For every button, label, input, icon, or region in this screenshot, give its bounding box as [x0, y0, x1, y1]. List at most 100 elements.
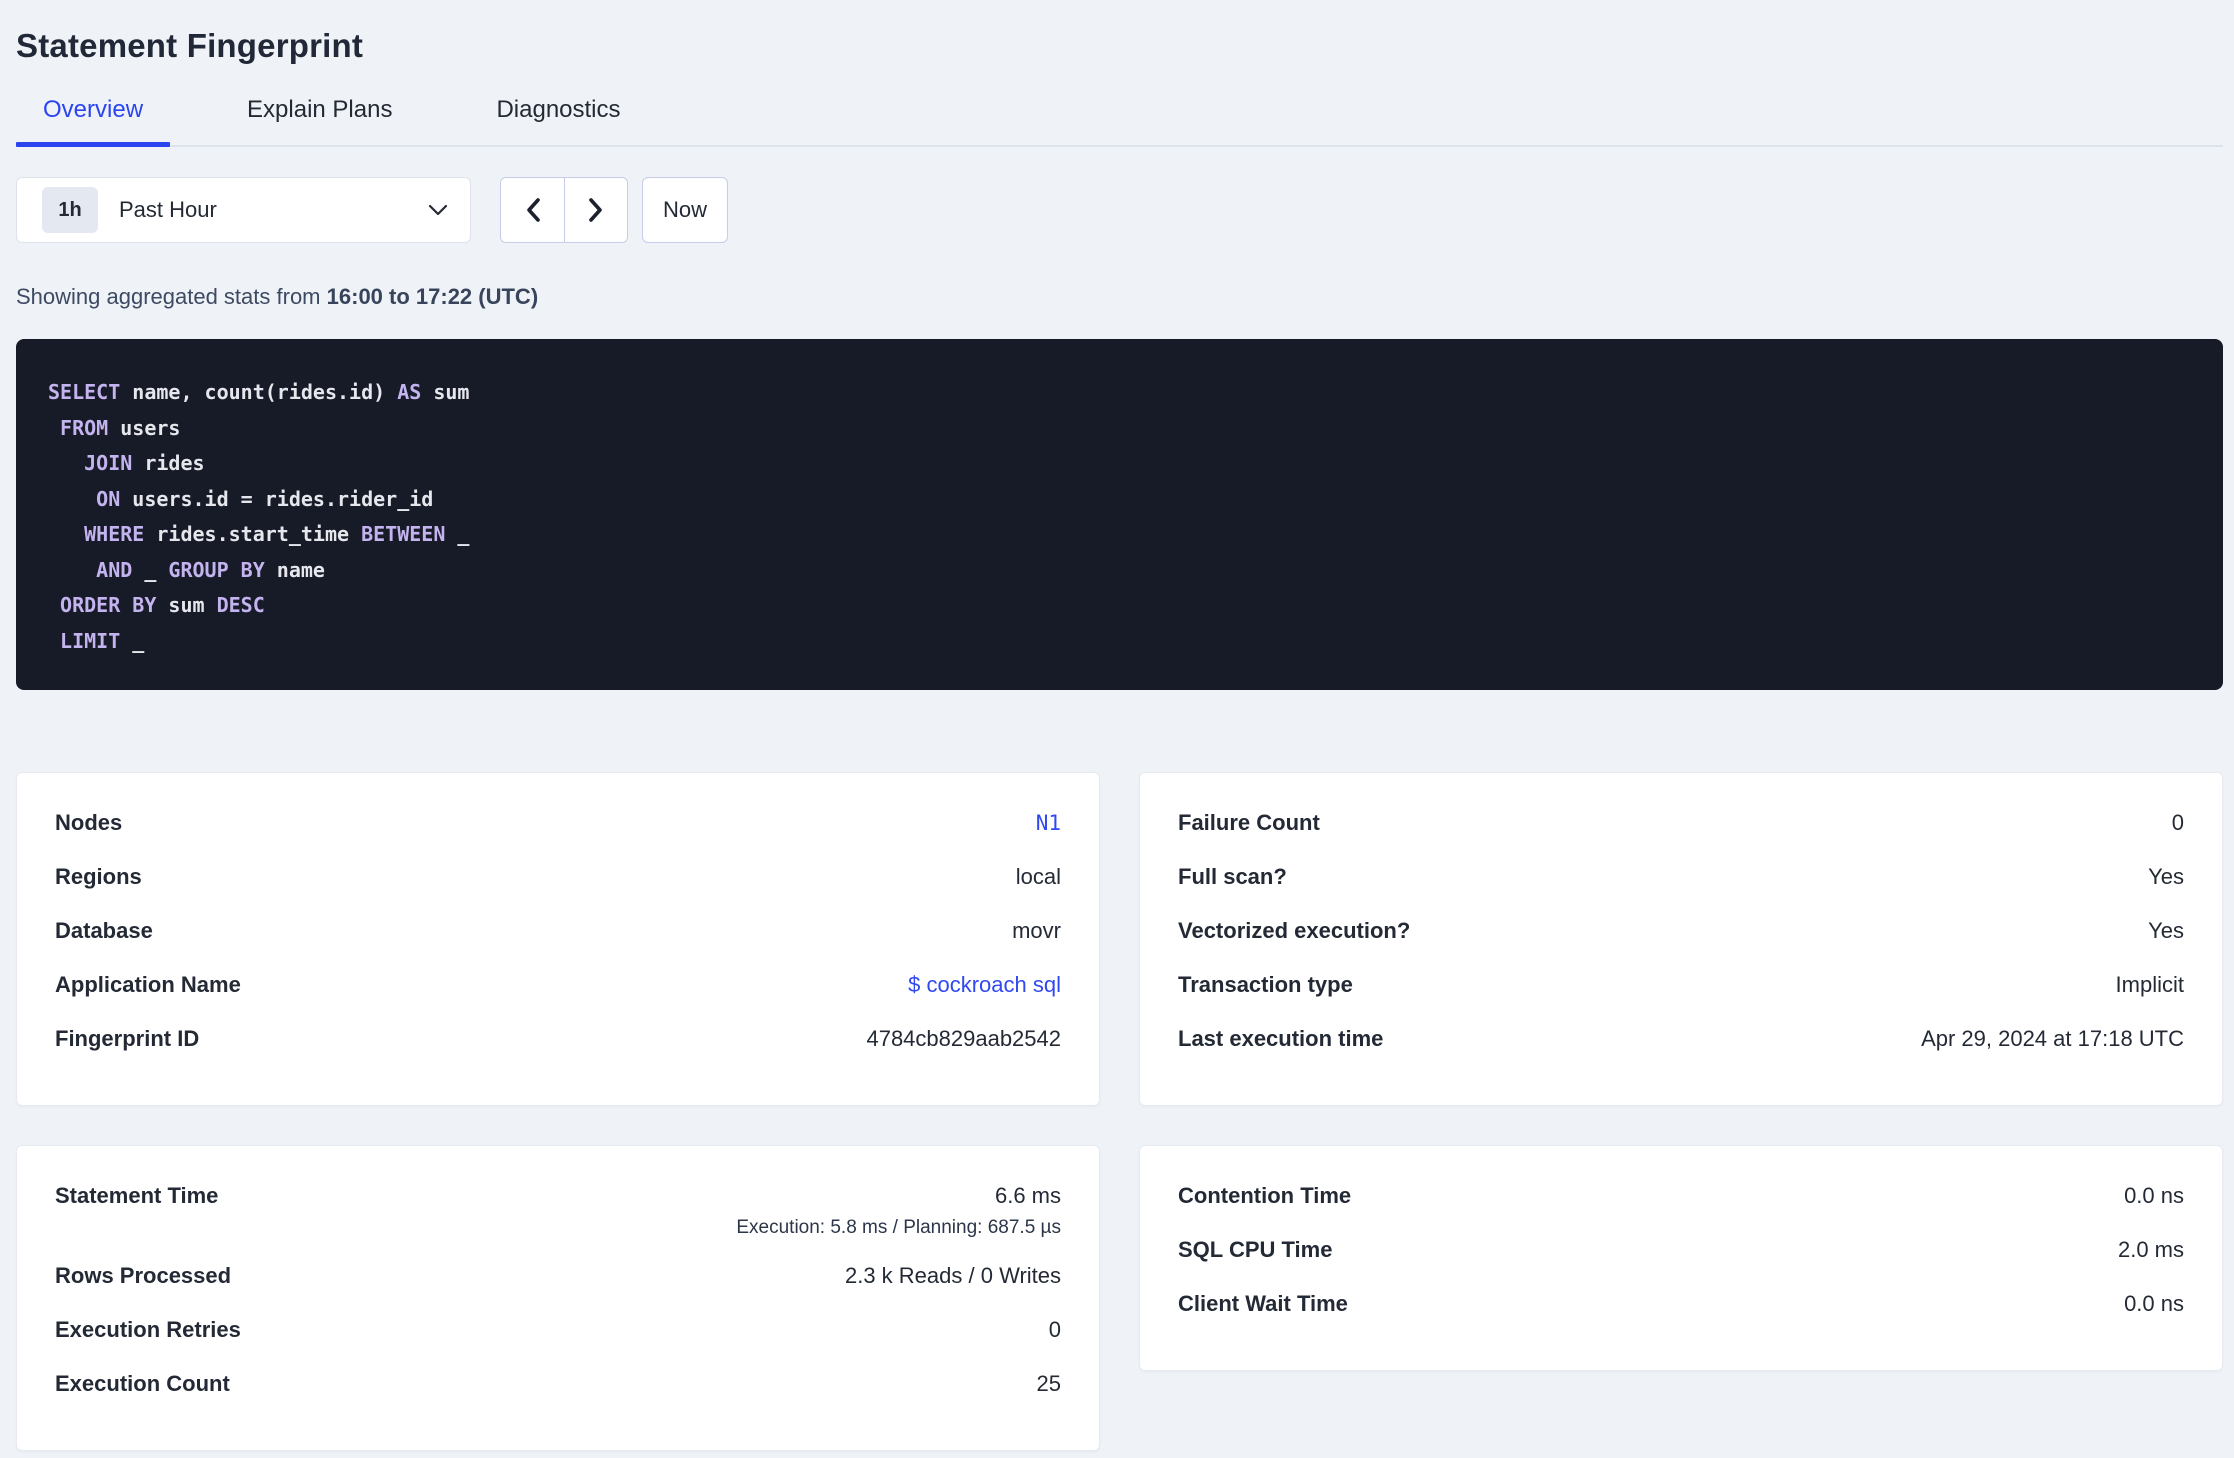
stat-label: Transaction type — [1178, 972, 1353, 997]
stat-row: Fingerprint ID 4784cb829aab2542 — [55, 1025, 1061, 1079]
sql-line: JOIN rides — [48, 446, 2191, 482]
stat-label: Execution Retries — [55, 1317, 241, 1342]
stat-value: 25 — [1036, 1371, 1061, 1396]
sql-keyword: SELECT — [48, 380, 121, 404]
stat-subvalue: Execution: 5.8 ms / Planning: 687.5 µs — [736, 1217, 1061, 1238]
stat-value-cell: local — [1016, 863, 1061, 891]
stat-value: local — [1015, 864, 1061, 889]
stat-value: 0.0 ns — [2124, 1291, 2184, 1316]
stat-label: Rows Processed — [55, 1263, 232, 1288]
stat-value-link[interactable]: $ cockroach sql — [908, 971, 1061, 999]
stat-row: Full scan? Yes — [1178, 863, 2184, 917]
sql-text: name, count(rides.id) — [120, 380, 398, 404]
time-range-dropdown[interactable]: 1h Past Hour — [16, 177, 471, 243]
sql-keyword: WHERE — [84, 522, 145, 546]
tab-overview[interactable]: Overview — [16, 95, 171, 147]
stat-value: Implicit — [2115, 972, 2184, 997]
summary-cards-row-1: Nodes N1 Regions local Database movr Applicati… — [16, 772, 2223, 1106]
stat-value-cell: 2.0 ms — [2118, 1236, 2184, 1264]
sql-keyword: FROM — [60, 415, 109, 440]
sql-line: FROM users — [48, 411, 2191, 447]
stat-label: Contention Time — [1178, 1183, 1352, 1208]
stat-value-cell: N1 — [1036, 809, 1061, 837]
stat-label: Execution Count — [55, 1371, 230, 1396]
sql-keyword: BETWEEN — [361, 522, 446, 546]
time-range-label: Past Hour — [119, 197, 217, 222]
statement-times-card: Statement Time 6.6 ms Execution: 5.8 ms / … — [16, 1145, 1100, 1451]
statement-info-card: Nodes N1 Regions local Database movr Applicati… — [16, 772, 1100, 1106]
sql-text: sum — [421, 380, 470, 404]
stat-row: Regions local — [55, 863, 1061, 917]
stat-row: Database movr — [55, 917, 1061, 971]
tab-bar: Overview Explain Plans Diagnostics — [16, 95, 2223, 147]
chevron-right-icon — [589, 198, 602, 222]
stat-value: Yes — [2148, 864, 2184, 889]
stat-value-cell: 4784cb829aab2542 — [866, 1025, 1061, 1053]
stat-value: 0.0 ns — [2124, 1183, 2184, 1208]
sql-keyword: GROUP BY — [168, 557, 265, 582]
stat-value-cell: 0.0 ns — [2124, 1290, 2184, 1318]
next-interval-button[interactable] — [564, 178, 627, 242]
stat-label: Nodes — [55, 810, 123, 835]
statement-fingerprint-page: Statement Fingerprint Overview Explain P… — [0, 0, 2234, 1458]
stat-value: 2.0 ms — [2117, 1237, 2184, 1262]
sql-keyword: AND — [96, 557, 133, 582]
tab-explain-plans[interactable]: Explain Plans — [220, 95, 419, 145]
stat-value-cell: 0 — [2172, 809, 2184, 837]
stat-value: Yes — [2148, 918, 2184, 943]
stat-value-cell: 6.6 ms Execution: 5.8 ms / Planning: 687.… — [736, 1182, 1061, 1240]
stat-row: Nodes N1 — [55, 809, 1061, 863]
page-title: Statement Fingerprint — [16, 27, 364, 64]
stat-value: 0 — [2171, 810, 2184, 835]
stat-label: Application Name — [55, 972, 241, 997]
stats-caption-range: 16:00 to 17:22 (UTC) — [326, 284, 539, 309]
interval-badge: 1h — [42, 187, 98, 233]
stat-row: Contention Time 0.0 ns — [1178, 1182, 2184, 1236]
sql-line: AND _ GROUP BY name — [48, 553, 2191, 589]
sql-keyword: ORDER BY — [60, 593, 157, 617]
stat-row: SQL CPU Time 2.0 ms — [1178, 1236, 2184, 1290]
stat-row: Vectorized execution? Yes — [1178, 917, 2184, 971]
stat-label: Last execution time — [1178, 1026, 1384, 1051]
stat-value-cell: 0 — [1049, 1316, 1061, 1344]
tab-diagnostics[interactable]: Diagnostics — [469, 95, 647, 145]
stat-value-cell: Apr 29, 2024 at 17:18 UTC — [1921, 1025, 2184, 1053]
stat-value-cell: $ cockroach sql — [908, 971, 1061, 999]
stat-value-link[interactable]: N1 — [1036, 809, 1061, 837]
sql-text: _ — [120, 628, 145, 653]
sql-keyword: DESC — [216, 593, 265, 617]
stat-value-cell: Yes — [2148, 917, 2184, 945]
stat-label: Fingerprint ID — [55, 1026, 200, 1051]
summary-cards-row-2: Statement Time 6.6 ms Execution: 5.8 ms / … — [16, 1145, 2223, 1451]
stat-value-cell: 0.0 ns — [2124, 1182, 2184, 1210]
stat-row: Transaction type Implicit — [1178, 971, 2184, 1025]
sql-line: WHERE rides.start_time BETWEEN _ — [48, 517, 2191, 553]
stat-value: 2.3 k Reads / 0 Writes — [844, 1263, 1061, 1288]
sql-keyword: ON — [96, 486, 121, 511]
stat-row: Rows Processed 2.3 k Reads / 0 Writes — [55, 1262, 1061, 1316]
sql-text: _ — [132, 557, 169, 582]
stat-value-cell: 2.3 k Reads / 0 Writes — [845, 1262, 1061, 1290]
stat-label: Failure Count — [1178, 810, 1320, 835]
wait-times-card: Contention Time 0.0 ns SQL CPU Time 2.0 ms C… — [1139, 1145, 2223, 1371]
sql-line: SELECT name, count(rides.id) AS sum — [48, 375, 2191, 411]
stat-value: 6.6 ms — [994, 1183, 1061, 1208]
sql-text: rides.start_time — [144, 522, 362, 546]
stats-caption-prefix: Showing aggregated stats from — [16, 284, 321, 309]
stat-label: Vectorized execution? — [1178, 918, 1411, 943]
now-button[interactable]: Now — [642, 177, 728, 243]
previous-interval-button[interactable] — [501, 178, 564, 242]
sql-keyword: AS — [397, 380, 422, 404]
sql-text: name — [264, 557, 325, 582]
stat-label: Regions — [55, 864, 142, 889]
stat-value: 4784cb829aab2542 — [866, 1026, 1061, 1051]
sql-text: rides — [132, 451, 205, 475]
stat-label: Statement Time — [55, 1183, 219, 1208]
stat-row: Statement Time 6.6 ms Execution: 5.8 ms / … — [55, 1182, 1061, 1262]
